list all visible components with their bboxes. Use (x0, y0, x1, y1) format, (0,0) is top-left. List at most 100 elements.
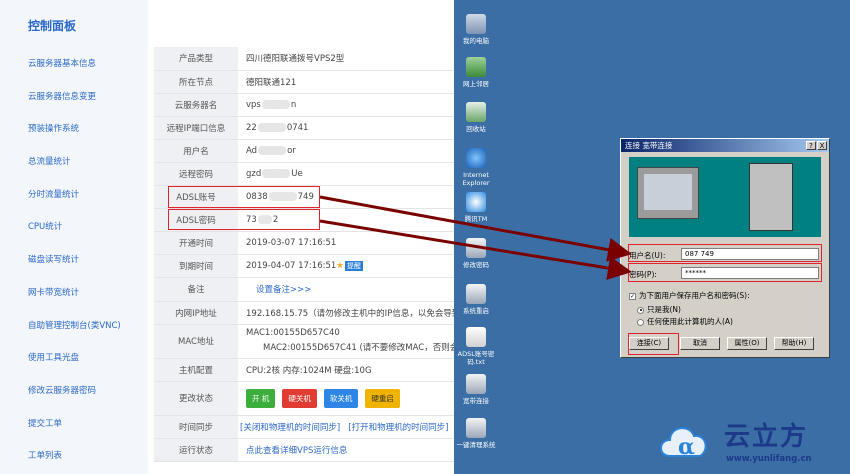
desktop-icon-tm[interactable]: 腾讯TM (454, 192, 498, 223)
properties-button[interactable]: 属性(O) (727, 337, 767, 350)
desktop-icon-broadband[interactable]: 宽带连接 (454, 374, 498, 405)
desktop-icon-label: 系统重启 (463, 307, 489, 315)
sidebar-item-basic-info[interactable]: 云服务器基本信息 (0, 48, 148, 81)
desktop-icon-adsl-txt[interactable]: ADSL账号密码.txt (454, 327, 498, 366)
dialog-title-bar: 连接 宽带连接 ? X (621, 139, 829, 152)
mac2-text: MAC2:00155D657C41 (请不要修改MAC，否则会导 (263, 343, 454, 354)
remote-ip-value: 22 0741 (238, 116, 454, 140)
sidebar-item-preinstall-os[interactable]: 预装操作系统 (0, 113, 148, 146)
desktop-icon-label: 我的电脑 (463, 37, 489, 45)
sidebar-item-disk-stats[interactable]: 磁盘读写统计 (0, 244, 148, 277)
table-row: 云服务器名 vps n (154, 93, 454, 117)
highlight-username-field (628, 244, 822, 262)
recycle-bin-icon (466, 102, 486, 122)
desktop-icon-network[interactable]: 网上邻居 (454, 57, 498, 88)
redaction-blur (258, 145, 287, 155)
only-me-label: 只是我(N) (647, 305, 681, 314)
help-button[interactable]: 帮助(H) (774, 337, 814, 350)
cleanup-icon (466, 418, 486, 438)
desktop-icon-my-computer[interactable]: 我的电脑 (454, 14, 498, 45)
value-part: n (290, 99, 297, 110)
anyone-row: 任何使用此计算机的人(A) (637, 316, 733, 327)
intranet-ip-value: 192.168.15.75（请勿修改主机中的IP信息，以免会导致无 (238, 301, 454, 325)
run-state-value: 点此查看详细VPS运行信息 (238, 438, 454, 462)
row-key: 到期时间 (154, 254, 238, 279)
sidebar-item-change-password[interactable]: 修改云服务器密码 (0, 375, 148, 408)
table-row: 备注 设置备注>>> (154, 277, 454, 302)
table-row: 更改状态 开 机硬关机 软关机 硬重启 (154, 381, 454, 416)
help-icon[interactable]: ? (806, 141, 816, 150)
table-row: 远程密码 gzd Ue (154, 162, 454, 187)
value-part: or (287, 145, 296, 156)
row-key: 时间同步 (154, 415, 238, 439)
cancel-button[interactable]: 取消 (680, 337, 720, 350)
table-row: 主机配置 CPU:2核 内存:1024M 硬盘:10G (154, 358, 454, 382)
desktop-icon-label: 一键清理系统 (456, 441, 496, 449)
row-key: 主机配置 (154, 358, 238, 382)
row-key: MAC地址 (154, 324, 238, 359)
sidebar-item-ticket-list[interactable]: 工单列表 (0, 440, 148, 473)
desktop-icon-recycle-bin[interactable]: 回收站 (454, 102, 498, 133)
sidebar-item-tool-cd[interactable]: 使用工具光盘 (0, 342, 148, 375)
row-key: 产品类型 (154, 47, 238, 71)
view-run-state-link[interactable]: 点此查看详细VPS运行信息 (246, 446, 347, 456)
value-part: 0741 (286, 122, 309, 133)
watermark-name: 云立方 (724, 422, 809, 452)
desktop-icon-change-password[interactable]: 修改密码 (454, 238, 498, 269)
expire-time-value: 2019-04-07 17:16:51★ 提醒 (238, 254, 454, 279)
save-credentials-row: ✓ 为下面用户保存用户名和密码(S): (629, 290, 750, 301)
product-type-value: 四川德阳联通拨号VPS2型 (238, 47, 454, 71)
expire-time-text: 2019-04-07 17:16:51 (246, 261, 337, 272)
sidebar-item-nic-stats[interactable]: 网卡带宽统计 (0, 277, 148, 310)
hard-shutdown-button[interactable]: 硬关机 (282, 388, 317, 408)
desktop-icon-ie[interactable]: Internet Explorer (454, 148, 498, 187)
remind-badge[interactable]: 提醒 (344, 261, 363, 272)
row-key: 所在节点 (154, 70, 238, 94)
power-on-button[interactable]: 开 机 (246, 388, 276, 408)
mac-value: MAC1:00155D657C40 MAC2:00155D657C41 (请不要修… (238, 324, 454, 359)
redaction-blur (261, 99, 290, 109)
watermark-url: www.yunlifang.cn (726, 454, 812, 464)
open-time-sync-link[interactable]: [打开和物理机的时间同步] (348, 423, 448, 433)
sidebar-item-info-change[interactable]: 云服务器信息变更 (0, 81, 148, 114)
row-key: 用户名 (154, 139, 238, 163)
sidebar-item-total-traffic[interactable]: 总流量统计 (0, 146, 148, 179)
table-row: 运行状态 点此查看详细VPS运行信息 (154, 438, 454, 462)
table-row: 远程IP端口信息 22 0741 (154, 116, 454, 140)
network-icon (466, 57, 486, 77)
row-key: 云服务器名 (154, 93, 238, 117)
highlight-password-field (628, 263, 822, 282)
tm-icon (466, 192, 486, 212)
save-credentials-checkbox[interactable]: ✓ (629, 292, 636, 300)
anyone-radio[interactable] (637, 318, 644, 326)
table-row: 内网IP地址 192.168.15.75（请勿修改主机中的IP信息，以免会导致无 (154, 301, 454, 325)
sidebar-item-vnc-console[interactable]: 自助管理控制台(类VNC) (0, 310, 148, 343)
svg-text:α: α (678, 434, 695, 460)
sidebar-item-timed-traffic[interactable]: 分时流量统计 (0, 179, 148, 212)
set-remark-link[interactable]: 设置备注>>> (256, 285, 311, 295)
desktop-icon-label: ADSL账号密码.txt (457, 350, 495, 366)
open-time-value: 2019-03-07 17:16:51 (238, 231, 454, 256)
only-me-radio[interactable] (637, 306, 644, 314)
desktop-icon-cleanup[interactable]: 一键清理系统 (454, 418, 498, 449)
node-value: 德阳联通121 (238, 70, 454, 94)
table-row: 用户名 Ad or (154, 139, 454, 163)
value-part: gzd (246, 169, 262, 180)
sidebar-title: 控制面板 (28, 19, 77, 33)
cloud-logo-icon: α (660, 427, 707, 460)
value-part: Ue (291, 169, 303, 180)
anyone-label: 任何使用此计算机的人(A) (647, 317, 733, 326)
table-row: 时间同步 [关闭和物理机的时间同步] [打开和物理机的时间同步] (154, 415, 454, 439)
soft-shutdown-button[interactable]: 软关机 (323, 388, 359, 408)
table-row: MAC地址 MAC1:00155D657C40 MAC2:00155D657C41… (154, 324, 454, 359)
sidebar-item-submit-ticket[interactable]: 提交工单 (0, 408, 148, 441)
close-time-sync-link[interactable]: [关闭和物理机的时间同步] (240, 423, 340, 433)
sidebar-item-cpu-stats[interactable]: CPU统计 (0, 211, 148, 244)
dialog-title: 连接 宽带连接 (625, 141, 673, 150)
row-key: 开通时间 (154, 231, 238, 256)
desktop-icon-restart[interactable]: 系统重启 (454, 284, 498, 315)
hard-restart-button[interactable]: 硬重启 (365, 388, 400, 408)
redaction-blur (257, 122, 286, 132)
close-icon[interactable]: X (817, 141, 827, 150)
highlight-connect-button (628, 333, 679, 355)
